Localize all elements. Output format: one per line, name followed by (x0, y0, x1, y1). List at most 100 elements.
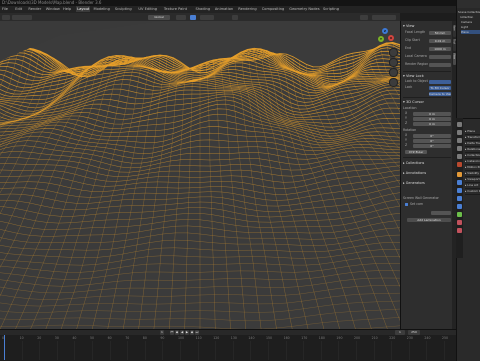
frame-number: 30 (55, 336, 59, 340)
properties-panel-header[interactable]: ▸ Custom Properties (465, 189, 480, 195)
workspace-tab[interactable]: Geometry Nodes (289, 6, 319, 12)
view-layer-icon[interactable] (457, 146, 462, 151)
frame-number: 120 (213, 336, 219, 340)
lock-field-row: Camera to View (405, 91, 451, 96)
cursor-location-field[interactable]: 0 m (413, 117, 451, 121)
frame-number: 190 (336, 336, 342, 340)
workspace-tab[interactable]: Shading (196, 6, 211, 12)
frame-tick (303, 341, 304, 360)
next-keyframe-icon[interactable]: ◆ (190, 330, 194, 335)
gizmo-y-axis[interactable]: Y (378, 36, 384, 42)
3d-viewport[interactable]: Z X Y (0, 21, 400, 329)
frame-number: 40 (72, 336, 76, 340)
texture-icon[interactable] (457, 228, 462, 233)
workspace-tab[interactable]: Compositing (262, 6, 285, 12)
cursor-rotation-field[interactable]: 0° (413, 144, 451, 148)
addon-value-field[interactable] (431, 211, 451, 215)
workspace-tab[interactable]: File (2, 6, 8, 12)
play-reverse-icon[interactable]: ◀ (180, 330, 184, 335)
field-value[interactable]: Camera to View (429, 92, 451, 96)
material-icon[interactable] (457, 220, 462, 225)
workspace-tab[interactable]: Scripting (323, 6, 339, 12)
jump-end-icon[interactable]: ⏭ (195, 330, 199, 335)
cursor-rotation-field[interactable]: 0° (413, 134, 451, 138)
collapsed-panel-header[interactable]: ▸ Generators (403, 180, 451, 186)
field-value[interactable]: 0.01 m (429, 39, 451, 43)
cursor-location-field[interactable]: 0 m (413, 122, 451, 126)
shading-mode-buttons[interactable] (372, 15, 396, 20)
workspace-tab[interactable]: Render (28, 6, 41, 12)
add-lamination-button[interactable]: Add Lamination (407, 218, 451, 222)
outliner-item[interactable]: Camera (461, 20, 480, 24)
output-icon[interactable] (457, 138, 462, 143)
field-label: Local Camera (405, 54, 427, 59)
cursor-location-field[interactable]: 0 m (413, 112, 451, 116)
render-icon[interactable] (457, 130, 462, 135)
physics-icon[interactable] (457, 196, 462, 201)
field-value[interactable] (429, 80, 451, 84)
workspace-tab[interactable]: Sculpting (115, 6, 132, 12)
playhead[interactable] (4, 335, 5, 360)
camera-icon[interactable] (389, 68, 398, 77)
field-value[interactable]: 1000 m (429, 47, 451, 51)
current-frame-field[interactable]: 1 (160, 330, 164, 335)
close-icon[interactable] (232, 15, 238, 20)
outliner-item[interactable]: Scene Collection (458, 10, 480, 14)
tool-icon[interactable] (457, 122, 462, 127)
field-value[interactable] (429, 63, 451, 67)
end-frame-field[interactable]: 250 (408, 330, 420, 335)
workspace-tab[interactable]: Window (46, 6, 60, 12)
outliner-item[interactable]: Collection (460, 15, 480, 19)
data-icon[interactable] (457, 212, 462, 217)
workspace-tab[interactable]: Animation (215, 6, 233, 12)
play-icon[interactable]: ▶ (185, 330, 189, 335)
transform-orientation-dropdown[interactable]: Global (148, 15, 170, 20)
workspace-tab[interactable]: Rendering (238, 6, 256, 12)
gizmo-x-axis[interactable]: X (388, 35, 394, 41)
terrain-wireframe[interactable] (0, 21, 400, 329)
jump-start-icon[interactable]: ⏮ (170, 330, 174, 335)
view-section-header[interactable]: ▾ View (403, 23, 451, 29)
gizmo-z-axis[interactable]: Z (382, 28, 388, 34)
zoom-icon[interactable] (389, 48, 398, 57)
workspace-tab[interactable]: Layout (76, 6, 90, 12)
object-icon[interactable] (457, 172, 462, 177)
field-value[interactable]: To 3D Cursor (429, 86, 451, 90)
addon-check-row[interactable]: Set cam (405, 202, 451, 207)
workspace-tab[interactable]: Edit (15, 6, 22, 12)
collapsed-panel-header[interactable]: ▸ Collections (403, 160, 451, 166)
modifier-icon[interactable] (457, 180, 462, 185)
prev-keyframe-icon[interactable]: ◆ (175, 330, 179, 335)
mode-dropdown[interactable] (12, 15, 32, 20)
workspace-tab[interactable]: Help (63, 6, 71, 12)
timeline[interactable]: 0102030405060708090100110120130140150160… (0, 335, 456, 360)
snap-toggle[interactable] (190, 15, 196, 20)
properties-panel-label: ▸ Instancing (465, 159, 480, 163)
grid-icon[interactable] (389, 78, 398, 87)
lock-field-row: LockTo 3D Cursor (405, 85, 451, 90)
rotation-mode-dropdown[interactable]: XYZ Euler (405, 150, 427, 154)
cursor-rotation-field[interactable]: 0° (413, 139, 451, 143)
collapsed-panel-header[interactable]: ▸ Annotations (403, 170, 451, 176)
outliner-item[interactable]: Light (461, 25, 480, 29)
workspace-tab[interactable]: Modeling (94, 6, 110, 12)
pivot-dropdown[interactable] (176, 15, 186, 20)
scene-icon[interactable] (457, 154, 462, 159)
frame-number: 10 (20, 336, 24, 340)
pan-icon[interactable] (389, 58, 398, 67)
outliner-header (457, 0, 480, 8)
field-value[interactable]: 50 mm (429, 31, 451, 35)
overlays-dropdown[interactable] (360, 15, 368, 20)
field-value[interactable] (429, 55, 451, 59)
outliner-item[interactable]: Plane (461, 30, 480, 34)
checkbox-icon[interactable] (405, 203, 408, 206)
rotation-mode-row[interactable]: XYZ Euler (405, 149, 451, 154)
editor-type-button[interactable] (2, 15, 10, 20)
proportional-edit-dropdown[interactable] (200, 15, 214, 20)
constraints-icon[interactable] (457, 204, 462, 209)
particles-icon[interactable] (457, 188, 462, 193)
world-icon[interactable] (457, 162, 462, 167)
start-frame-field[interactable]: 1 (395, 330, 405, 335)
workspace-tab[interactable]: Texture Paint (164, 6, 187, 12)
workspace-tab[interactable]: UV Editing (138, 6, 157, 12)
